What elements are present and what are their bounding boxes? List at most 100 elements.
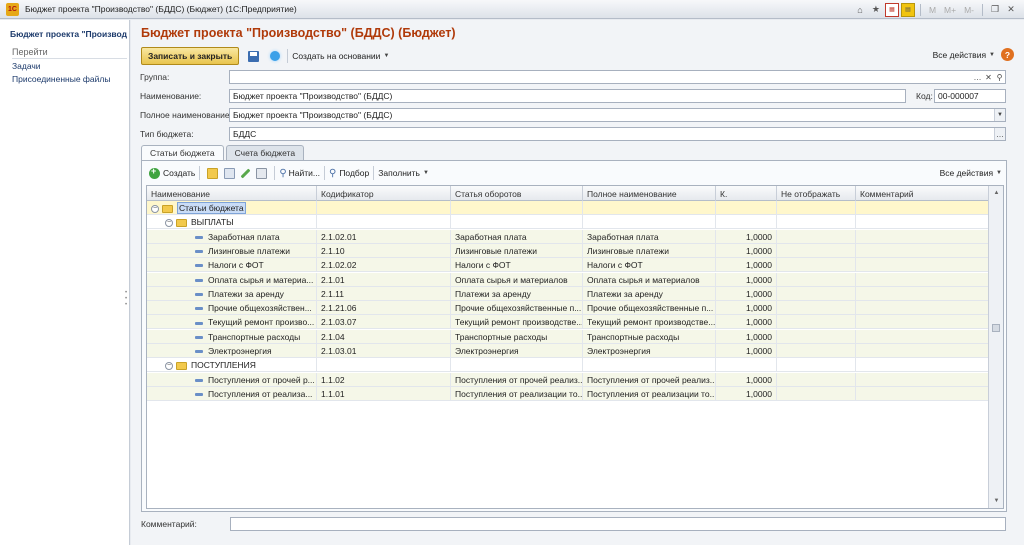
cell-comment	[856, 301, 988, 315]
search-icon[interactable]: ⚲	[994, 71, 1005, 83]
save-icon[interactable]	[245, 48, 261, 64]
column-header-turnover-item[interactable]: Статья оборотов	[451, 186, 583, 201]
memory-plus-button[interactable]: M+	[944, 5, 956, 15]
cell-codifier: 2.1.11	[317, 286, 451, 301]
table-row[interactable]: Прочие общехозяйствен... 2.1.21.06 Прочие …	[147, 301, 988, 316]
table-row[interactable]: Лизинговые платежи 2.1.10 Лизинговые плате…	[147, 243, 988, 258]
table-group-row[interactable]: − Статьи бюджета	[147, 201, 988, 215]
column-header-full-name[interactable]: Полное наименование	[583, 186, 716, 201]
pick-button[interactable]: Подбор	[339, 168, 369, 178]
nav-link-attached-files[interactable]: Присоединенные файлы	[12, 74, 110, 84]
table-row[interactable]: Оплата сырья и материа... 2.1.01 Оплата сы…	[147, 272, 988, 287]
scroll-up-icon[interactable]: ▲	[989, 186, 1004, 200]
find-button[interactable]: Найти...	[289, 168, 320, 178]
collapse-toggle-icon[interactable]: −	[151, 204, 159, 213]
scroll-thumb[interactable]	[992, 324, 1000, 332]
table-all-actions-menu[interactable]: Все действия	[940, 168, 993, 178]
nav-link-tasks[interactable]: Задачи	[12, 61, 41, 71]
delete-mark-icon[interactable]	[256, 167, 268, 179]
cell-codifier: 1.1.01	[317, 386, 451, 401]
folder-icon	[176, 362, 187, 371]
create-icon[interactable]	[149, 166, 160, 179]
group-field[interactable]: … ✕ ⚲	[229, 70, 1006, 84]
select-button[interactable]: …	[972, 71, 983, 83]
cell-coefficient: 1,0000	[716, 386, 777, 401]
table-row[interactable]: Транспортные расходы 2.1.04 Транспортные р…	[147, 329, 988, 344]
add-folder-icon[interactable]	[207, 167, 219, 179]
separator	[919, 3, 921, 16]
dropdown-arrow-icon[interactable]: ▼	[994, 109, 1005, 121]
cell-name: − Статьи бюджета	[147, 201, 317, 215]
collapse-toggle-icon[interactable]: −	[165, 219, 173, 228]
cell-turnover-item: Поступления от прочей реализ...	[451, 372, 583, 387]
close-window-icon[interactable]: ✕	[1004, 3, 1018, 17]
pick-icon[interactable]: ⚲	[329, 168, 336, 179]
cell-comment	[856, 244, 988, 258]
cell-name: Налоги с ФОТ	[147, 258, 317, 273]
separator	[199, 166, 201, 180]
row-label: Прочие общехозяйствен...	[208, 303, 312, 314]
cell-comment	[856, 315, 988, 329]
fill-menu[interactable]: Заполнить	[378, 168, 420, 178]
table-row[interactable]: Заработная плата 2.1.02.01 Заработная плат…	[147, 229, 988, 244]
budget-type-field[interactable]: БДДС …	[229, 127, 1006, 141]
memory-minus-button[interactable]: M-	[964, 5, 974, 15]
cell-hide	[777, 201, 856, 215]
select-button[interactable]: …	[994, 128, 1005, 140]
create-button[interactable]: Создать	[163, 168, 195, 178]
cell-full-name: Поступления от прочей реализ...	[583, 372, 716, 387]
table-group-row[interactable]: − ВЫПЛАТЫ	[147, 215, 988, 230]
favorites-icon[interactable]: ★	[869, 3, 883, 17]
budget-items-table[interactable]: Наименование Кодификатор Статья оборотов…	[146, 185, 1004, 509]
help-icon[interactable]: ?	[1001, 48, 1014, 61]
column-header-name[interactable]: Наименование	[147, 186, 317, 201]
cell-full-name: Лизинговые платежи	[583, 243, 716, 258]
budget-type-label: Тип бюджета:	[140, 129, 194, 139]
table-row[interactable]: Поступления от прочей р... 1.1.02 Поступле…	[147, 372, 988, 387]
copy-icon[interactable]	[224, 167, 236, 179]
collapse-toggle-icon[interactable]: −	[165, 362, 173, 371]
table-row[interactable]: Текущий ремонт произво... 2.1.03.07 Текущи…	[147, 315, 988, 330]
form-toolbar: Записать и закрыть Создать на основании ▼…	[141, 47, 1014, 65]
table-row[interactable]: Платежи за аренду 2.1.11 Платежи за аренду…	[147, 286, 988, 301]
restore-window-icon[interactable]: ❐	[988, 3, 1002, 17]
column-header-coefficient[interactable]: К.	[716, 186, 777, 201]
column-header-hide[interactable]: Не отображать	[777, 186, 856, 201]
column-header-comment[interactable]: Комментарий	[856, 186, 988, 201]
create-based-on-menu[interactable]: Создать на основании	[292, 51, 380, 61]
calendar-icon[interactable]: ▦	[884, 2, 899, 17]
edit-icon[interactable]	[240, 168, 251, 178]
code-field[interactable]: 00-000007	[934, 89, 1006, 103]
cell-comment	[856, 287, 988, 301]
name-field[interactable]: Бюджет проекта "Производство" (БДДС)	[229, 89, 906, 103]
group-label: Группа:	[140, 72, 170, 82]
panel-splitter-handle[interactable]: • • •	[125, 290, 129, 308]
find-icon[interactable]: ⚲	[279, 168, 286, 179]
table-row[interactable]: Поступления от реализа... 1.1.01 Поступлен…	[147, 386, 988, 401]
tab-budget-accounts[interactable]: Счета бюджета	[225, 145, 305, 160]
row-label: Текущий ремонт произво...	[208, 317, 315, 328]
cell-name: Текущий ремонт произво...	[147, 315, 317, 330]
save-and-close-button[interactable]: Записать и закрыть	[141, 47, 240, 65]
element-icon	[195, 293, 203, 297]
scroll-down-icon[interactable]: ▼	[989, 494, 1004, 508]
nav-goto-heading: Перейти	[12, 47, 127, 59]
table-group-row[interactable]: − ПОСТУПЛЕНИЯ	[147, 358, 988, 373]
table-row[interactable]: Электроэнергия 2.1.03.01 Электроэнергия Эле…	[147, 344, 988, 358]
fullname-field[interactable]: Бюджет проекта "Производство" (БДДС) ▼	[229, 108, 1006, 122]
app-logo-icon[interactable]: 1С	[6, 2, 19, 16]
home-icon[interactable]: ⌂	[853, 3, 867, 17]
comment-field[interactable]	[230, 517, 1006, 531]
column-header-codifier[interactable]: Кодификатор	[317, 186, 451, 201]
cell-codifier: 2.1.02.01	[317, 229, 451, 244]
tab-budget-items[interactable]: Статьи бюджета	[141, 145, 224, 160]
table-row[interactable]: Налоги с ФОТ 2.1.02.02 Налоги с ФОТ Налоги …	[147, 258, 988, 273]
memory-button[interactable]: M	[929, 5, 936, 15]
calculator-icon[interactable]: ▤	[900, 2, 915, 17]
lightbulb-icon[interactable]	[267, 48, 283, 64]
all-actions-menu[interactable]: Все действия	[933, 50, 986, 60]
cell-hide	[777, 215, 856, 230]
vertical-scrollbar[interactable]: ▲ ▼	[988, 186, 1003, 508]
element-icon	[195, 378, 203, 382]
clear-icon[interactable]: ✕	[983, 71, 994, 83]
